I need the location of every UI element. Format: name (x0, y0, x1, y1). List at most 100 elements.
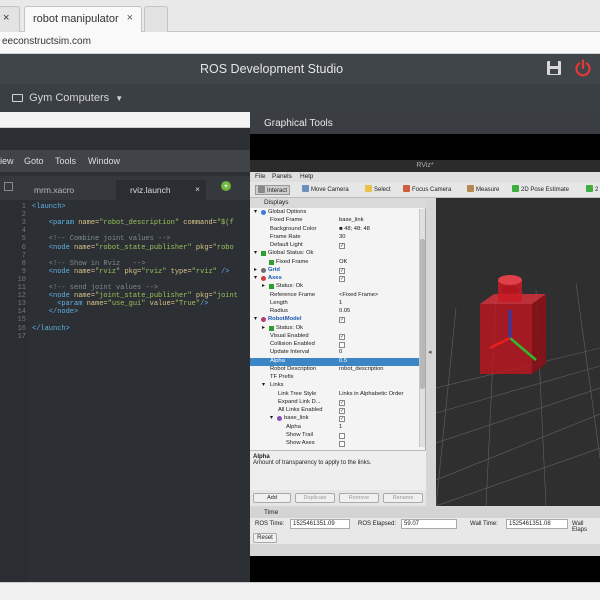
property-row[interactable]: Radius 0.05 (250, 308, 420, 316)
expand-arrow-icon[interactable]: ▾ (254, 275, 257, 281)
property-value[interactable]: 30 (339, 234, 345, 240)
property-row[interactable]: Update Interval 0 (250, 349, 420, 357)
collapse-arrow-icon[interactable]: ▸ (254, 267, 257, 273)
property-value[interactable]: Links in Alphabetic Order (339, 391, 403, 397)
add-button[interactable]: Add (253, 493, 291, 503)
property-row[interactable]: Reference Frame <Fixed Frame> (250, 292, 420, 300)
property-value[interactable]: OK (339, 259, 347, 265)
close-icon[interactable]: × (195, 184, 200, 194)
property-value[interactable]: 0 (339, 349, 342, 355)
add-tab-icon[interactable]: + (221, 181, 231, 191)
property-value[interactable]: 1 (339, 300, 342, 306)
menu-window[interactable]: Window (88, 156, 120, 166)
new-tab-button[interactable] (144, 6, 168, 32)
checkbox[interactable] (339, 342, 345, 348)
property-row[interactable]: Robot Description robot_description (250, 366, 420, 374)
tool-2d-pose-estimate[interactable]: 2D Pose Estimate (512, 185, 569, 193)
expand-arrow-icon[interactable]: ▾ (254, 209, 257, 215)
duplicate-button[interactable]: Duplicate (295, 493, 335, 503)
checkbox[interactable] (339, 441, 345, 447)
property-value[interactable]: 0.5 (339, 358, 347, 364)
ros-time-field[interactable]: 1525461351.09 (290, 519, 350, 529)
browser-tab-previous[interactable]: × (0, 6, 20, 32)
editor-tab-mrm-xacro[interactable]: mrm.xacro (20, 180, 110, 200)
wall-time-field[interactable]: 1525461351.08 (506, 519, 568, 529)
property-row[interactable]: Alpha 0.5 (250, 357, 420, 366)
property-row[interactable]: Show Trail (250, 432, 420, 440)
property-row[interactable]: Frame Rate 30 (250, 234, 420, 242)
property-value[interactable]: 0.05 (339, 308, 350, 314)
close-icon[interactable]: × (127, 12, 133, 24)
property-row[interactable]: ▸ Status: Ok (250, 283, 420, 291)
workspace-dropdown[interactable]: Gym Computers ▼ (12, 92, 123, 104)
power-icon[interactable] (574, 59, 592, 77)
property-row[interactable]: Default Light ✓ (250, 242, 420, 250)
menu-goto[interactable]: Goto (24, 156, 44, 166)
collapse-arrow-icon[interactable]: ▸ (262, 325, 265, 331)
property-row[interactable]: Expand Link D... ✓ (250, 399, 420, 407)
checkbox[interactable]: ✓ (339, 243, 345, 249)
editor-tab-rviz-launch[interactable]: rviz.launch × (116, 180, 206, 200)
tool-focus-camera[interactable]: Focus Camera (403, 185, 451, 193)
checkbox[interactable]: ✓ (339, 276, 345, 282)
property-row[interactable]: Fixed Frame OK (250, 259, 420, 267)
checkbox[interactable] (339, 432, 345, 439)
expand-arrow-icon[interactable]: ▾ (270, 415, 273, 421)
close-icon[interactable]: × (3, 12, 9, 24)
tool-more[interactable]: 2 (586, 185, 598, 193)
expand-arrow-icon[interactable]: ▾ (254, 250, 257, 256)
property-value[interactable]: ■ 48; 48; 48 (339, 226, 370, 232)
checkbox[interactable]: ✓ (339, 317, 345, 324)
property-row[interactable]: Background Color ■ 48; 48; 48 (250, 226, 420, 234)
scrollbar[interactable] (419, 209, 425, 447)
property-row[interactable]: ▾ Global Status: Ok (250, 250, 420, 258)
tool-measure[interactable]: Measure (467, 185, 499, 193)
property-row[interactable]: ▾ base_link ✓ (250, 415, 420, 423)
property-row[interactable]: Link Tree Style Links in Alphabetic Order (250, 391, 420, 399)
menu-file[interactable]: File (255, 173, 265, 180)
property-row[interactable]: ▸ Status: Ok (250, 325, 420, 333)
checkbox[interactable]: ✓ (339, 416, 345, 423)
property-row[interactable]: Length 1 (250, 300, 420, 308)
property-row[interactable]: ▾ RobotModel ✓ (250, 316, 420, 324)
property-row[interactable]: Collision Enabled (250, 341, 420, 349)
reset-button[interactable]: Reset (253, 533, 277, 543)
tool-select[interactable]: Select (365, 185, 391, 193)
menu-view[interactable]: iew (0, 156, 14, 166)
property-row[interactable]: Visual Enabled ✓ (250, 333, 420, 341)
browser-tab-active[interactable]: robot manipulator × (24, 6, 142, 32)
property-value[interactable]: robot_description (339, 366, 383, 372)
checkbox[interactable]: ✓ (339, 267, 345, 274)
property-row[interactable]: Fixed Frame base_link (250, 217, 420, 225)
tool-interact[interactable]: Interact (255, 185, 291, 195)
property-value[interactable]: 1 (339, 424, 342, 430)
property-row[interactable]: ▾ Axes ✓ (250, 275, 420, 283)
property-row[interactable]: ▸ Grid ✓ (250, 267, 420, 275)
property-value[interactable]: <Fixed Frame> (339, 292, 378, 298)
3d-viewport[interactable] (435, 198, 600, 507)
collapse-arrow-icon[interactable]: ▸ (262, 283, 265, 289)
property-row[interactable]: ▾ Global Options (250, 209, 420, 217)
menu-help[interactable]: Help (300, 173, 313, 180)
menu-panels[interactable]: Panels (272, 173, 292, 180)
scrollbar-thumb[interactable] (420, 239, 425, 389)
expand-arrow-icon[interactable]: ▾ (262, 382, 265, 388)
checkbox[interactable]: ✓ (339, 399, 345, 406)
property-row[interactable]: Alpha 1 (250, 424, 420, 432)
ros-elapsed-field[interactable]: 59.07 (401, 519, 457, 529)
address-bar[interactable]: eeconstructsim.com (0, 32, 600, 54)
remove-button[interactable]: Remove (339, 493, 379, 503)
rename-button[interactable]: Rename (383, 493, 423, 503)
checkbox[interactable]: ✓ (339, 408, 345, 414)
property-row[interactable]: ▾ Links (250, 382, 420, 390)
tool-move-camera[interactable]: Move Camera (302, 185, 349, 193)
file-tree-icon[interactable] (4, 182, 13, 191)
property-row[interactable]: TF Prefix (250, 374, 420, 382)
property-row[interactable]: Show Axes (250, 440, 420, 448)
menu-tools[interactable]: Tools (55, 156, 76, 166)
panel-splitter[interactable]: ◂ (426, 198, 436, 506)
expand-arrow-icon[interactable]: ▾ (254, 316, 257, 322)
save-icon[interactable] (546, 60, 562, 76)
checkbox[interactable]: ✓ (339, 333, 345, 340)
property-row[interactable]: All Links Enabled ✓ (250, 407, 420, 415)
